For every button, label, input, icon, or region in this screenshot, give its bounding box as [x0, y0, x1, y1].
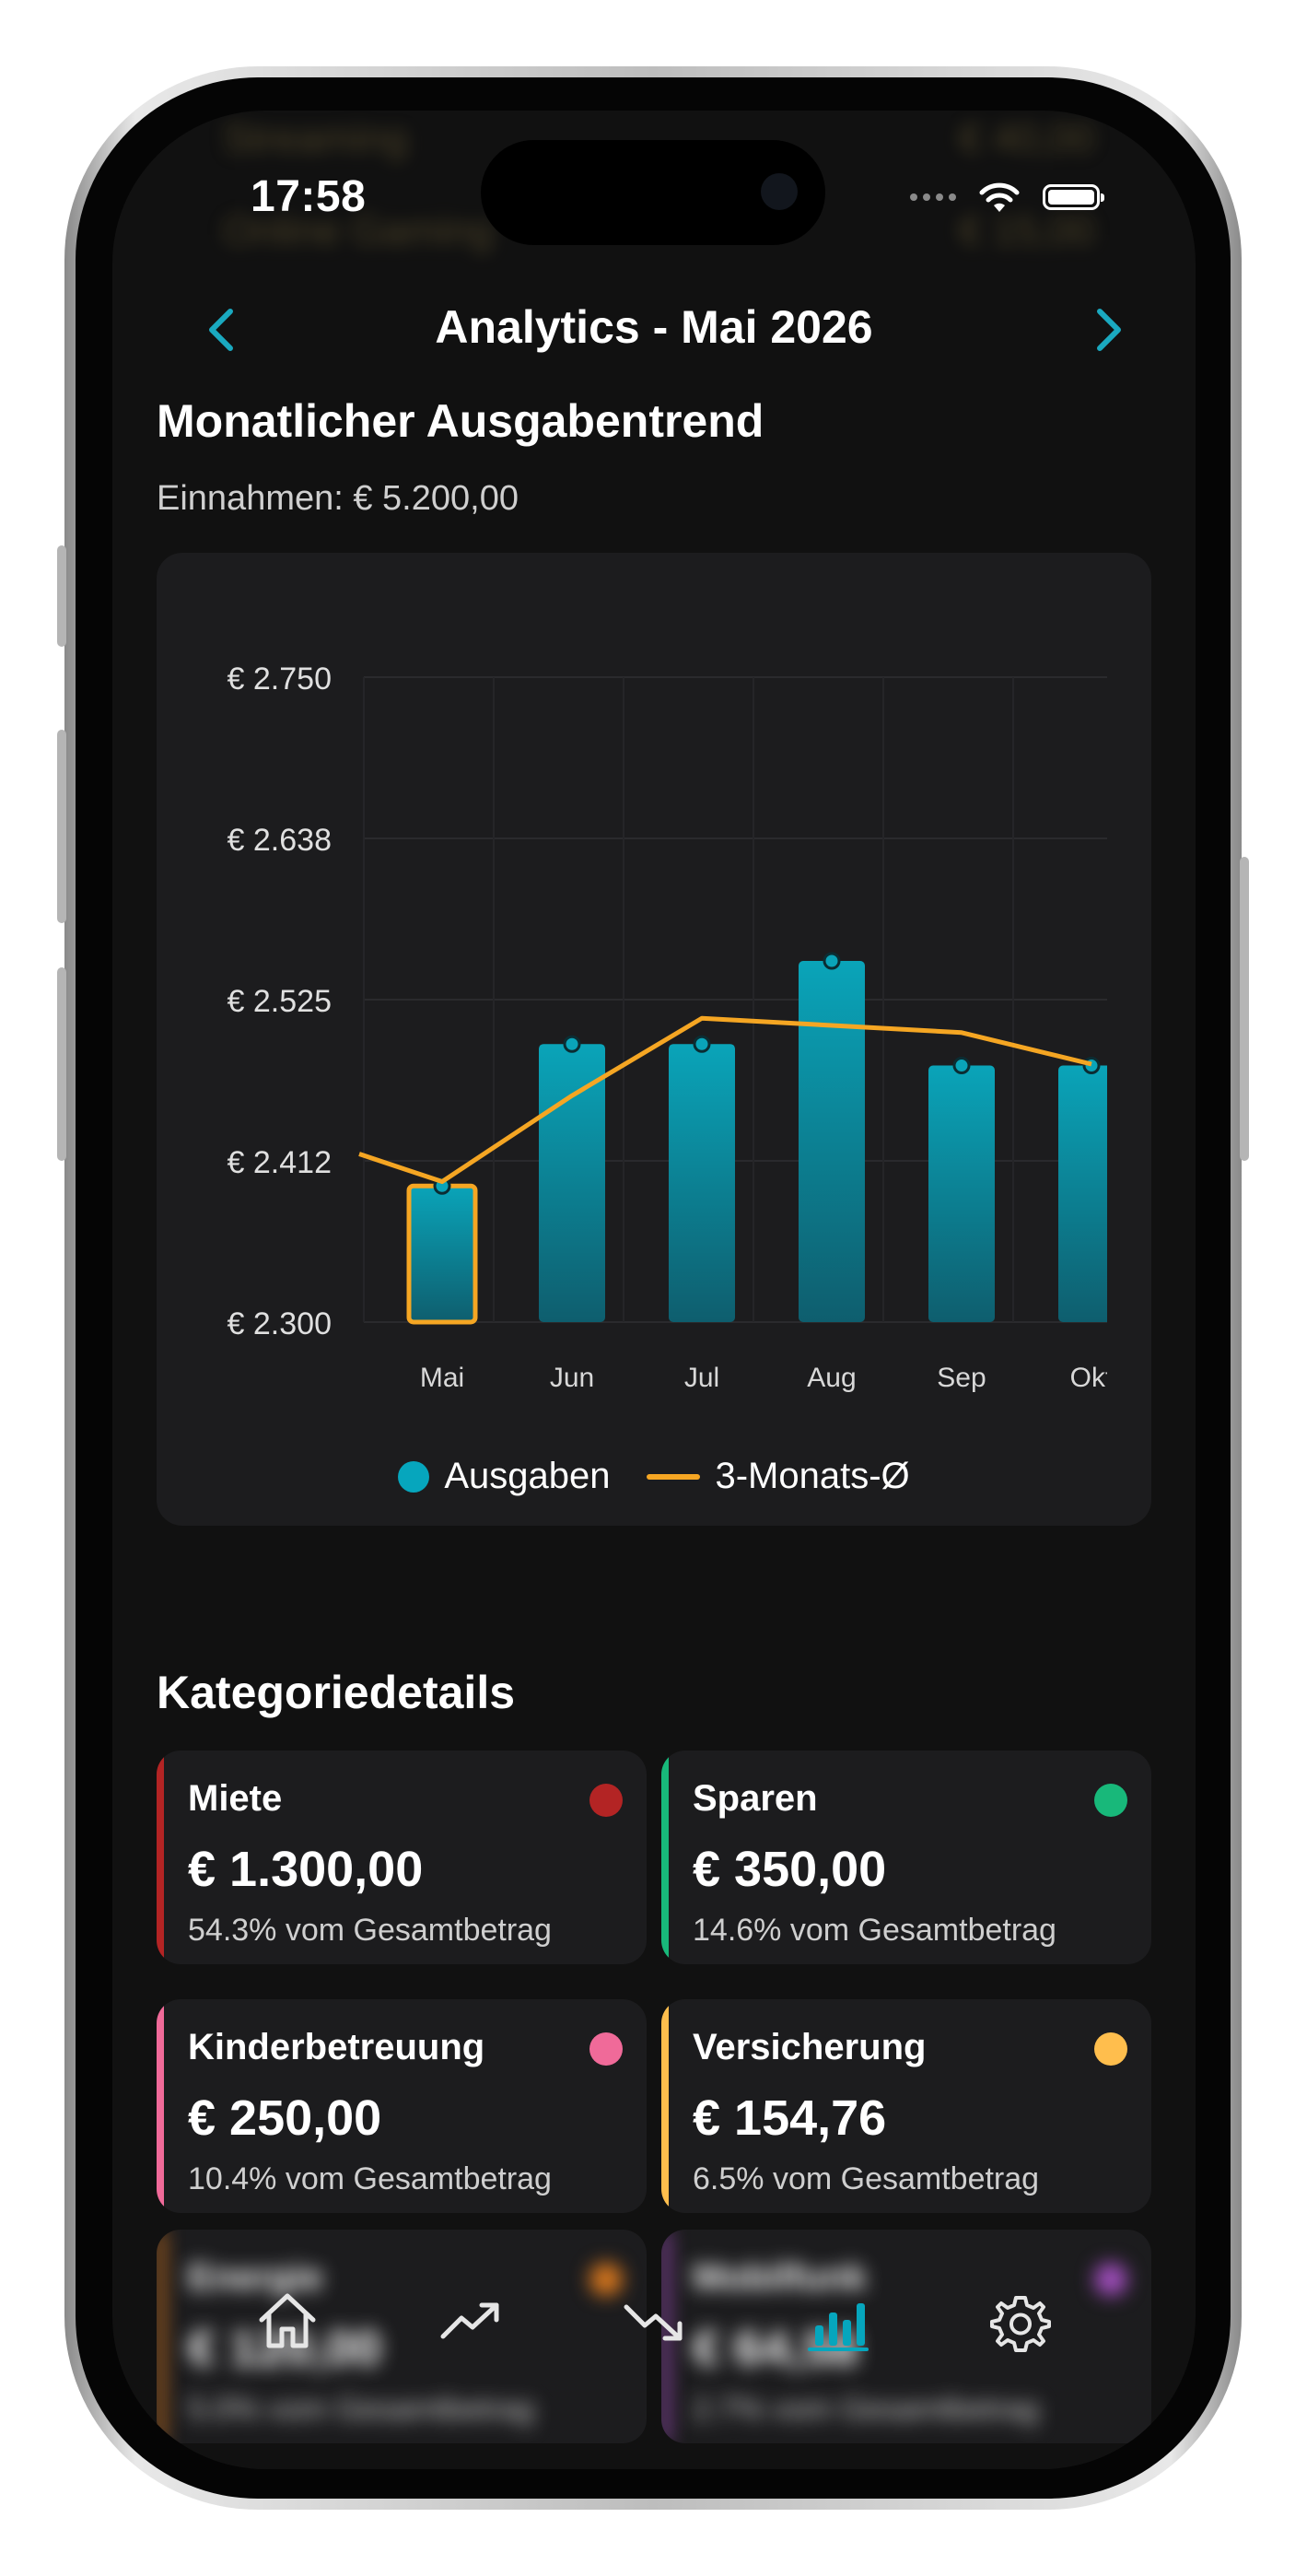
category-color-dot	[589, 2032, 623, 2066]
y-tick-label: € 2.750	[228, 662, 332, 697]
legend-item-bars: Ausgaben	[398, 1456, 610, 1497]
x-tick-label: Mai	[420, 1363, 464, 1393]
bar-value-point	[563, 1035, 581, 1053]
category-accent	[661, 1999, 669, 2213]
trend-title: Monatlicher Ausgabentrend	[157, 395, 764, 447]
tab-bar	[112, 2257, 1196, 2386]
battery-icon	[1043, 184, 1104, 210]
category-card[interactable]: Sparen € 350,00 14.6% vom Gesamtbetrag	[661, 1751, 1151, 1964]
tab-settings[interactable]	[984, 2285, 1057, 2359]
volume-down-button	[57, 967, 66, 1161]
gear-icon	[990, 2296, 1052, 2352]
category-percent: 54.3% vom Gesamtbetrag	[188, 1913, 552, 1948]
status-icons	[910, 181, 1104, 214]
bar-value-point	[693, 1035, 711, 1053]
bar-ausgaben	[539, 1044, 605, 1322]
side-button	[1240, 857, 1249, 1161]
category-name: Miete	[188, 1778, 283, 1819]
categories-title: Kategoriedetails	[157, 1667, 516, 1718]
trending-up-icon	[440, 2302, 499, 2339]
bar-chart-icon	[808, 2303, 869, 2351]
category-accent	[157, 1751, 164, 1964]
bar-value-point	[952, 1057, 971, 1075]
home-icon	[259, 2293, 316, 2348]
category-name: Versicherung	[693, 2027, 927, 2067]
dynamic-island	[481, 140, 825, 245]
blurred-background-value: € 15,00	[959, 208, 1094, 253]
income-label: Einnahmen: € 5.200,00	[157, 479, 519, 518]
tab-expenses[interactable]	[617, 2285, 691, 2359]
blurred-background-value: € 40,00	[959, 116, 1094, 161]
page-title: Analytics - Mai 2026	[435, 301, 873, 353]
y-tick-label: € 2.525	[228, 984, 332, 1019]
legend-dot	[398, 1460, 430, 1493]
category-color-dot	[589, 1784, 623, 1817]
category-percent: 5.0% vom Gesamtbetrag	[188, 2392, 535, 2427]
legend-label: Ausgaben	[444, 1456, 611, 1496]
legend-item-line: 3-Monats-Ø	[647, 1456, 910, 1497]
x-tick-label: Jun	[550, 1363, 594, 1393]
category-card[interactable]: Versicherung € 154,76 6.5% vom Gesamtbet…	[661, 1999, 1151, 2213]
action-button	[57, 545, 66, 647]
trend-chart: € 2.750 € 2.638 € 2.525 € 2.412 € 2.300 Mai Ju…	[228, 662, 1114, 1393]
bar-ausgaben	[669, 1044, 735, 1322]
tab-analytics[interactable]	[800, 2285, 874, 2359]
category-color-dot	[1094, 2032, 1127, 2066]
x-tick-label: Sep	[937, 1363, 986, 1393]
y-tick-label: € 2.638	[228, 823, 332, 858]
bar-ausgaben	[406, 1183, 478, 1325]
x-tick-label: Aug	[807, 1363, 856, 1393]
category-percent: 14.6% vom Gesamtbetrag	[693, 1913, 1056, 1948]
trend-chart-card: € 2.750 € 2.638 € 2.525 € 2.412 € 2.300 Mai Ju…	[157, 553, 1151, 1526]
tab-home[interactable]	[251, 2285, 324, 2359]
bar-ausgaben	[1058, 1065, 1107, 1322]
category-amount: € 250,00	[188, 2090, 382, 2146]
category-accent	[661, 1751, 669, 1964]
category-color-dot	[1094, 1784, 1127, 1817]
category-amount: € 350,00	[693, 1842, 887, 1897]
bar-value-point	[1082, 1057, 1101, 1075]
category-accent	[157, 1999, 164, 2213]
category-percent: 2.7% vom Gesamtbetrag	[693, 2392, 1040, 2427]
signal-icon	[910, 193, 956, 201]
plot-area: Mai Jun Jul Aug Sep Okt	[358, 952, 1114, 1393]
category-amount: € 1.300,00	[188, 1842, 424, 1897]
volume-up-button	[57, 730, 66, 923]
y-tick-label: € 2.300	[228, 1306, 332, 1341]
bar-ausgaben	[799, 961, 865, 1322]
legend-label: 3-Monats-Ø	[715, 1456, 910, 1496]
x-tick-label: Jul	[684, 1363, 719, 1393]
category-name: Kinderbetreuung	[188, 2027, 485, 2067]
category-percent: 6.5% vom Gesamtbetrag	[693, 2161, 1040, 2196]
legend-line	[647, 1473, 701, 1480]
trending-down-icon	[624, 2304, 683, 2341]
chart-legend: Ausgaben 3-Monats-Ø	[157, 1456, 1151, 1497]
bar-ausgaben	[928, 1065, 995, 1322]
category-percent: 10.4% vom Gesamtbetrag	[188, 2161, 552, 2196]
status-time: 17:58	[251, 172, 367, 221]
app-screen: Streaming € 40,00 Online Gaming € 15,00 …	[112, 111, 1196, 2469]
tab-income[interactable]	[434, 2285, 508, 2359]
category-name: Sparen	[693, 1778, 818, 1819]
x-tick-label: Okt	[1070, 1363, 1114, 1393]
category-amount: € 154,76	[693, 2090, 887, 2146]
y-tick-label: € 2.412	[228, 1145, 332, 1180]
blurred-background-row: Streaming	[223, 116, 408, 161]
chevron-right-icon[interactable]	[1089, 306, 1129, 354]
wifi-icon	[979, 182, 1020, 212]
bar-value-point	[823, 952, 841, 970]
category-card[interactable]: Kinderbetreuung € 250,00 10.4% vom Gesam…	[157, 1999, 647, 2213]
category-card[interactable]: Miete € 1.300,00 54.3% vom Gesamtbetrag	[157, 1751, 647, 1964]
